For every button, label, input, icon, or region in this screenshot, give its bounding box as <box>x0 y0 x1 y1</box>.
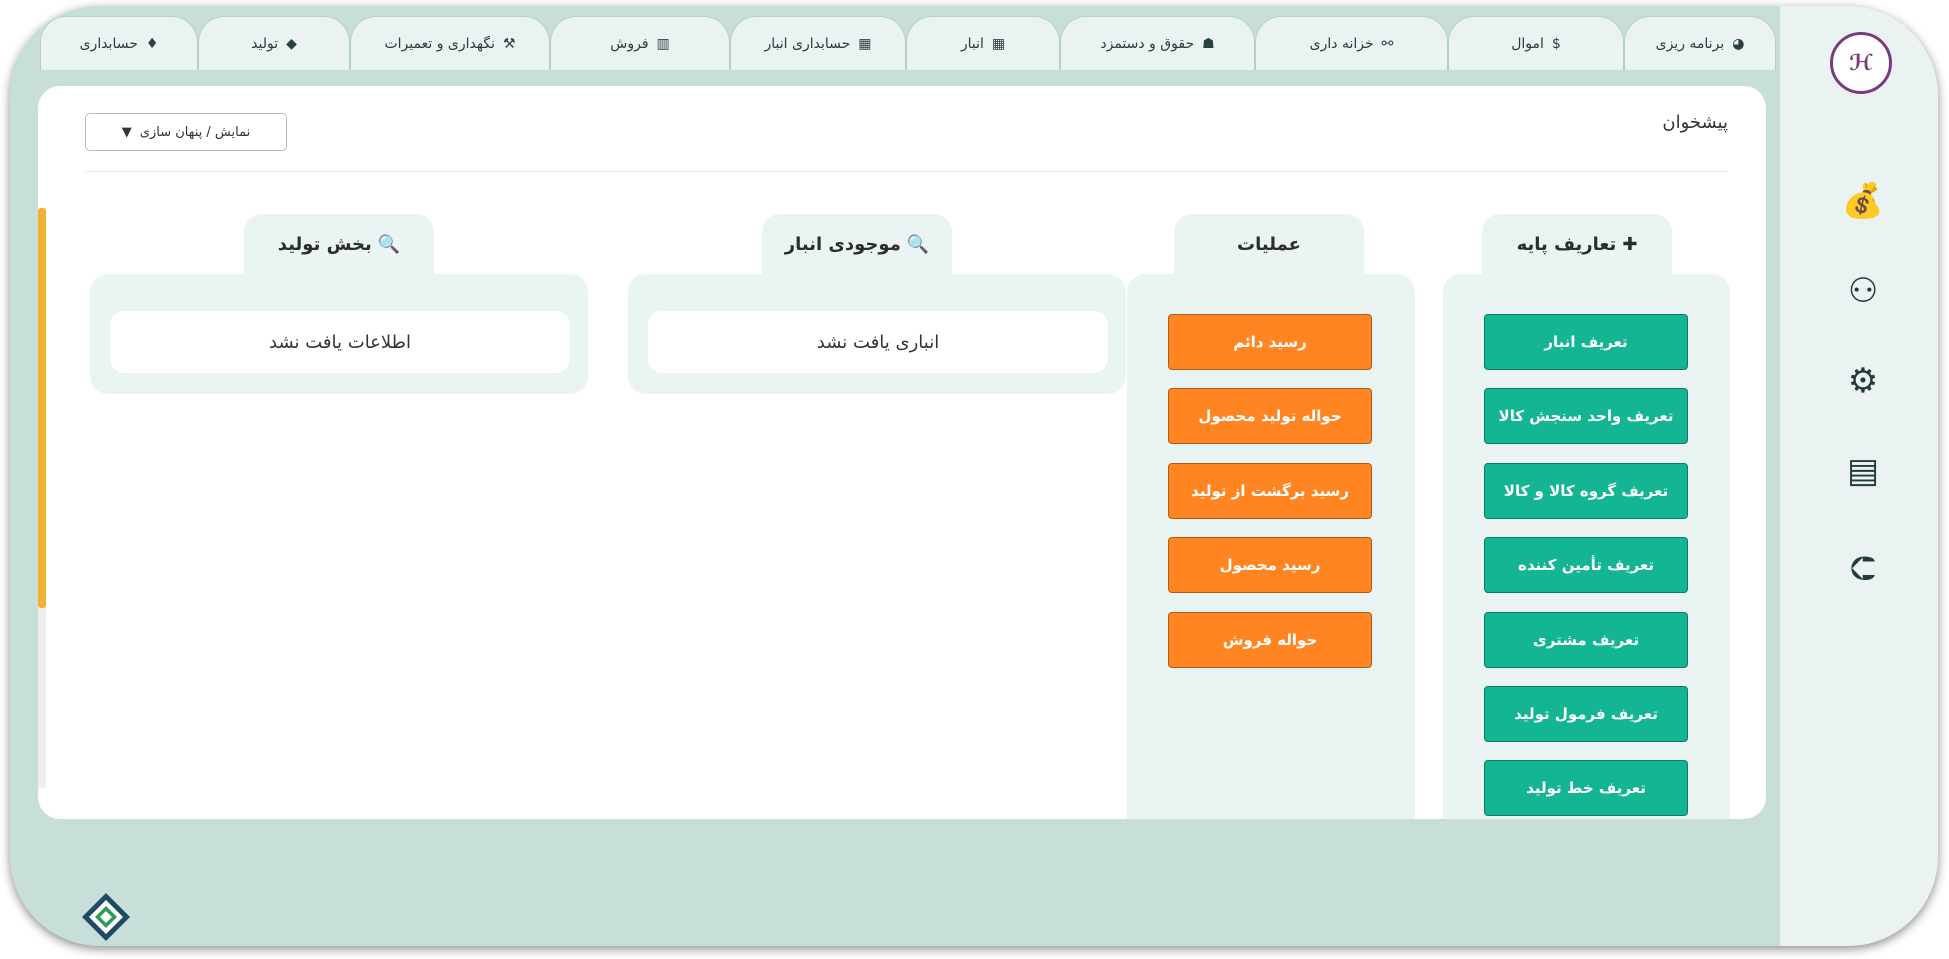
warehouse-accounting-icon: ▦ <box>858 35 872 52</box>
tab-label: اموال <box>1511 35 1544 52</box>
tab-warehouse-accounting[interactable]: ▦ حسابداری انبار <box>730 16 906 70</box>
panel-production-tab: 🔍 بخش تولید <box>244 214 434 274</box>
dashboard-card: پیشخوان نمایش / پنهان سازی ▼ ✚ تعاریف پا… <box>38 86 1766 819</box>
define-production-line-button[interactable]: تعریف خط تولید <box>1484 760 1688 816</box>
header-divider <box>85 171 1728 172</box>
tab-label: انبار <box>960 35 984 52</box>
diamond-icon: ♦ <box>145 35 159 52</box>
tab-payroll[interactable]: ☗ حقوق و دستمزد <box>1060 16 1255 70</box>
tab-label: نگهداری و تعمیرات <box>384 35 495 52</box>
gear-icon[interactable]: ⚙ <box>1840 358 1886 404</box>
module-tabs: ◕ برنامه ریزی $ اموال ⚯ خزانه داری ☗ حقو… <box>10 10 1780 70</box>
tab-warehouse[interactable]: ▦ انبار <box>906 16 1060 70</box>
tab-label: فروش <box>610 35 649 52</box>
tools-icon: ⚒ <box>502 35 516 52</box>
permanent-receipt-button[interactable]: رسید دائم <box>1168 314 1372 370</box>
sales-transfer-button[interactable]: حواله فروش <box>1168 612 1372 668</box>
define-customer-button[interactable]: تعریف مشتری <box>1484 612 1688 668</box>
return-from-production-button[interactable]: رسید برگشت از تولید <box>1168 463 1372 519</box>
link-icon: ⚯ <box>1381 35 1394 52</box>
tab-label: خزانه داری <box>1309 35 1374 52</box>
define-warehouse-button[interactable]: تعریف انبار <box>1484 314 1688 370</box>
pie-chart-icon: ◕ <box>1732 35 1745 52</box>
money-bag-icon[interactable]: 💰 <box>1840 178 1886 224</box>
tab-treasury[interactable]: ⚯ خزانه داری <box>1255 16 1448 70</box>
production-transfer-button[interactable]: حواله تولید محصول <box>1168 388 1372 444</box>
app-logo[interactable]: ℋ <box>1830 32 1892 94</box>
tab-planning[interactable]: ◕ برنامه ریزی <box>1624 16 1776 70</box>
define-production-formula-button[interactable]: تعریف فرمول تولید <box>1484 686 1688 742</box>
product-receipt-button[interactable]: رسید محصول <box>1168 537 1372 593</box>
tag-icon: ◆ <box>286 35 297 52</box>
dropdown-arrow-icon: ▼ <box>121 124 132 140</box>
scrollbar-track[interactable] <box>38 208 46 788</box>
plus-icon: ✚ <box>1622 233 1638 255</box>
panel-title: عملیات <box>1237 233 1301 255</box>
tab-sales[interactable]: ▥ فروش <box>550 16 730 70</box>
tab-label: حسابداری انبار <box>764 35 851 52</box>
people-icon: ☗ <box>1202 35 1215 52</box>
panel-base-definitions-tab: ✚ تعاریف پایه <box>1482 214 1672 274</box>
search-icon: 🔍 <box>906 233 930 255</box>
tab-label: تولید <box>251 35 279 52</box>
users-network-icon[interactable]: ⚇ <box>1840 268 1886 314</box>
show-hide-label: نمایش / پنهان سازی <box>139 124 251 140</box>
page-title: پیشخوان <box>1662 112 1728 133</box>
panel-operations-tab: عملیات <box>1174 214 1364 274</box>
tab-maintenance[interactable]: ⚒ نگهداری و تعمیرات <box>350 16 550 70</box>
panel-title: بخش تولید <box>277 233 372 255</box>
scrollbar-thumb[interactable] <box>38 208 46 608</box>
panel-title: تعاریف پایه <box>1516 233 1617 255</box>
production-empty-message: اطلاعات یافت نشد <box>110 311 570 373</box>
panel-inventory-tab: 🔍 موجودی انبار <box>762 214 952 274</box>
show-hide-dropdown[interactable]: نمایش / پنهان سازی ▼ <box>85 113 287 151</box>
tab-assets[interactable]: $ اموال <box>1448 16 1624 70</box>
define-unit-button[interactable]: تعریف واحد سنجش کالا <box>1484 388 1688 444</box>
tab-label: حسابداری <box>79 35 138 52</box>
warehouse-icon: ▦ <box>991 35 1006 52</box>
logout-icon[interactable]: ⮈ <box>1840 546 1886 592</box>
inventory-empty-message: انباری یافت نشد <box>648 311 1108 373</box>
tab-label: حقوق و دستمزد <box>1100 35 1195 52</box>
bar-chart-icon: ▥ <box>656 35 670 52</box>
tab-accounting[interactable]: ♦ حسابداری <box>40 16 198 70</box>
panel-title: موجودی انبار <box>784 233 901 255</box>
app-frame: ℋ 💰 ⚇ ⚙ ▤ ⮈ ◕ برنامه ریزی $ اموال ⚯ خزان… <box>10 6 1938 946</box>
tab-production[interactable]: ◆ تولید <box>198 16 350 70</box>
dollar-doc-icon: $ <box>1551 35 1561 52</box>
tab-label: برنامه ریزی <box>1655 35 1725 52</box>
brand-logo-icon <box>82 893 130 941</box>
define-supplier-button[interactable]: تعریف تأمین کننده <box>1484 537 1688 593</box>
right-sidebar: ℋ 💰 ⚇ ⚙ ▤ ⮈ <box>1780 6 1938 946</box>
search-icon: 🔍 <box>377 233 401 255</box>
define-goods-group-button[interactable]: تعریف گروه کالا و کالا <box>1484 463 1688 519</box>
messages-icon[interactable]: ▤ <box>1840 448 1886 494</box>
